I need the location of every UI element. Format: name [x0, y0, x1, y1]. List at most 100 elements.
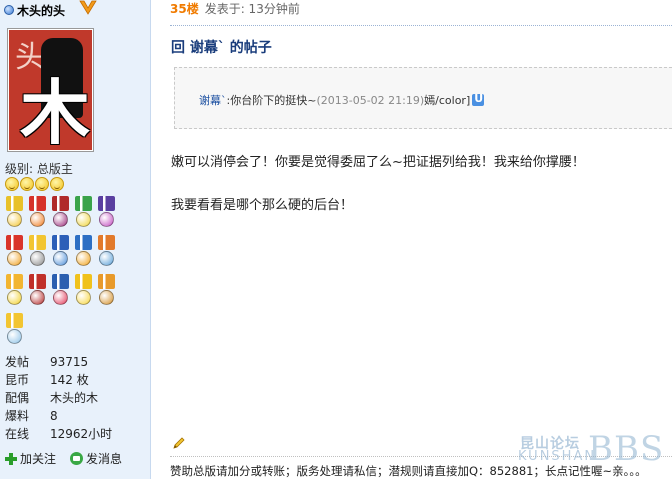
stat-label: 在线: [5, 427, 30, 441]
medal-ribbon: [6, 196, 23, 211]
username-row: 木头的头: [4, 2, 65, 18]
medal-icon[interactable]: [73, 274, 94, 311]
watermark-en: KUNSHAN: [518, 449, 597, 464]
stat-value: 93715: [50, 355, 89, 369]
medal-icon[interactable]: [27, 274, 48, 311]
medal-disc: [76, 212, 91, 227]
medal-icon[interactable]: [27, 235, 48, 272]
medal-disc: [7, 251, 22, 266]
stat-value: 木头的木: [50, 391, 99, 405]
follow-button[interactable]: 加关注: [5, 450, 56, 467]
smiley-icon: [50, 177, 64, 191]
medal-icon[interactable]: [96, 274, 117, 311]
medal-icon[interactable]: [50, 196, 71, 233]
medal-icon[interactable]: [4, 235, 25, 272]
jump-to-post-icon[interactable]: [472, 92, 485, 106]
medal-icon[interactable]: [4, 274, 25, 311]
forum-watermark-logo: 昆山论坛 KUNSHAN BBS: [516, 429, 666, 475]
medal-disc: [99, 251, 114, 266]
floor-number[interactable]: 35楼: [170, 0, 199, 17]
stat-row: 在线 12962小时: [5, 425, 145, 443]
quote-line: 谢幕`:你台阶下的挺快~(2013-05-02 21:19)嫣/color]: [199, 92, 485, 108]
medal-icon[interactable]: [27, 196, 48, 233]
medal-disc: [99, 212, 114, 227]
medal-ribbon: [52, 196, 69, 211]
medal-ribbon: [29, 235, 46, 250]
stat-value: 8: [50, 409, 58, 423]
medal-disc: [7, 329, 22, 344]
medal-disc: [30, 251, 45, 266]
stat-label: 配偶: [5, 391, 30, 405]
stat-label: 发帖: [5, 355, 30, 369]
quote-tail: 嫣/color]: [424, 94, 471, 107]
medal-icon[interactable]: [50, 235, 71, 272]
quote-time: (2013-05-02 21:19): [316, 94, 425, 107]
stat-row: 爆料 8: [5, 407, 145, 425]
medal-disc: [7, 212, 22, 227]
medal-disc: [7, 290, 22, 305]
user-stats: 发帖 93715 昆币 142 枚配偶 木头的木爆料 8 在线 12962小时: [5, 353, 145, 443]
post-title: 回 谢幕` 的帖子: [171, 40, 272, 56]
user-level: 级别: 总版主: [5, 162, 73, 176]
stat-row: 配偶 木头的木: [5, 389, 145, 407]
medal-ribbon: [29, 274, 46, 289]
post-body-line-1: 嫩可以消停会了！你要是觉得委屈了么~把证据列给我！我来给你撑腰！: [171, 155, 585, 170]
quote-text: :你台阶下的挺快~: [226, 94, 317, 107]
medal-ribbon: [6, 235, 23, 250]
medal-disc: [76, 251, 91, 266]
avatar-char-big: 木: [20, 71, 90, 150]
medal-ribbon: [6, 274, 23, 289]
level-smileys: [5, 177, 64, 191]
message-button[interactable]: 发消息: [70, 450, 122, 467]
medal-ribbon: [75, 235, 92, 250]
smiley-icon: [20, 177, 34, 191]
avatar-image: 头 木: [9, 30, 92, 150]
medal-disc: [53, 251, 68, 266]
quote-box: 谢幕`:你台阶下的挺快~(2013-05-02 21:19)嫣/color]: [174, 67, 672, 129]
quote-author[interactable]: 谢幕`: [199, 94, 227, 107]
pencil-icon[interactable]: [172, 436, 186, 450]
medal-ribbon: [98, 196, 115, 211]
medal-icon[interactable]: [50, 274, 71, 311]
post-meta: 35楼 发表于: 13分钟前: [170, 0, 300, 16]
stat-value: 12962小时: [50, 427, 113, 441]
avatar[interactable]: 头 木: [7, 28, 94, 152]
medal-ribbon: [75, 274, 92, 289]
message-label: 发消息: [86, 452, 123, 466]
stat-value: 142 枚: [50, 373, 89, 387]
medal-icon[interactable]: [73, 196, 94, 233]
smiley-icon: [5, 177, 19, 191]
username[interactable]: 木头的头: [17, 2, 65, 19]
medal-ribbon: [29, 196, 46, 211]
follow-label: 加关注: [20, 452, 57, 466]
watermark-bbs: BBS: [588, 429, 665, 469]
medal-icon[interactable]: [73, 235, 94, 272]
online-status-icon: [4, 5, 14, 15]
plus-icon: [5, 452, 17, 465]
medal-ribbon: [6, 313, 23, 328]
stat-label: 昆币: [5, 373, 30, 387]
medal-disc: [76, 290, 91, 305]
medal-wall: [4, 196, 122, 350]
medal-disc: [53, 212, 68, 227]
medal-ribbon: [52, 274, 69, 289]
message-icon: [70, 452, 84, 465]
medal-ribbon: [52, 235, 69, 250]
medal-icon[interactable]: [96, 235, 117, 272]
medal-disc: [30, 290, 45, 305]
medal-ribbon: [75, 196, 92, 211]
post-time: 发表于: 13分钟前: [204, 1, 300, 16]
stat-row: 昆币 142 枚: [5, 371, 145, 389]
medal-icon[interactable]: [96, 196, 117, 233]
vip-v-icon: [79, 0, 97, 15]
meta-divider: [170, 25, 672, 26]
stat-label: 爆料: [5, 409, 30, 423]
medal-disc: [30, 212, 45, 227]
medal-disc: [99, 290, 114, 305]
medal-icon[interactable]: [4, 196, 25, 233]
stat-row: 发帖 93715: [5, 353, 145, 371]
medal-ribbon: [98, 235, 115, 250]
medal-ribbon: [98, 274, 115, 289]
medal-icon[interactable]: [4, 313, 25, 350]
smiley-icon: [35, 177, 49, 191]
